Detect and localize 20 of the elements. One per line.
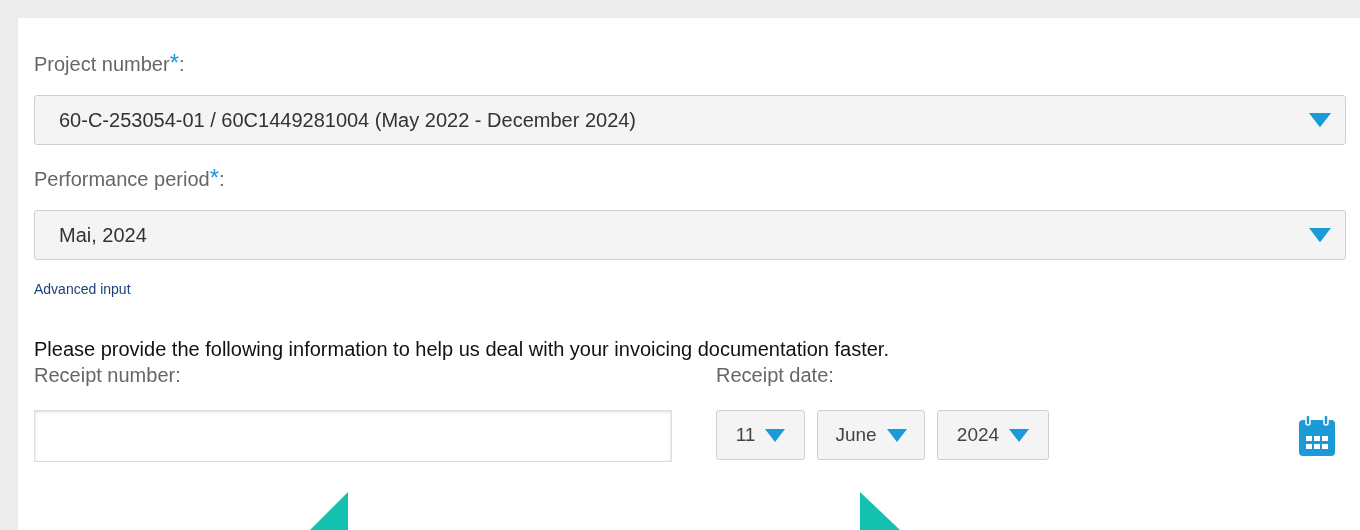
dropdown-arrow-icon <box>765 428 786 442</box>
date-dropdown[interactable]: 2024 <box>937 410 1049 460</box>
advanced-input-link[interactable]: Advanced input <box>34 281 131 297</box>
dropdown-arrow-icon <box>1309 112 1331 128</box>
info-text: Please provide the following information to help us deal with your invoicing documentation faster. <box>34 337 890 362</box>
date-dropdown[interactable]: 11 <box>716 410 805 460</box>
dropdown-select[interactable]: Mai, 2024 <box>34 210 1346 260</box>
field-label: Performance period*: <box>34 165 226 192</box>
pointer-marker <box>860 492 900 530</box>
dropdown-arrow-icon <box>1009 428 1030 442</box>
date-dropdown[interactable]: June <box>817 410 925 460</box>
field-label: Project number*: <box>34 50 186 77</box>
receipt-number-field[interactable] <box>34 410 672 462</box>
field-label: Receipt date: <box>716 363 835 388</box>
dropdown-arrow-icon <box>886 428 907 442</box>
pointer-marker <box>310 492 348 530</box>
dropdown-select[interactable]: 60-C-253054-01 / 60C1449281004 (May 2022 - December 2024) <box>34 95 1346 145</box>
dropdown-arrow-icon <box>1309 227 1331 243</box>
field-label: Receipt number: <box>34 363 182 388</box>
calendar-icon[interactable] <box>1297 414 1337 456</box>
